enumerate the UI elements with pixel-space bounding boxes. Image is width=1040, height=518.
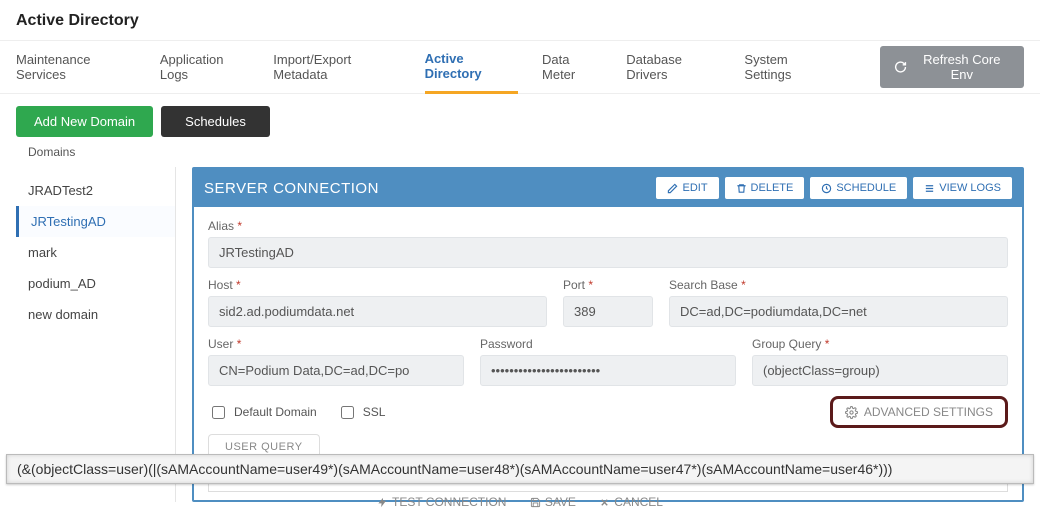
searchbase-label: Search Base * <box>669 278 1008 292</box>
groupquery-label: Group Query * <box>752 337 1008 351</box>
view-logs-label: VIEW LOGS <box>939 182 1001 194</box>
view-logs-button[interactable]: VIEW LOGS <box>913 177 1012 199</box>
domains-heading: Domains <box>0 143 1040 167</box>
test-connection-button[interactable]: TEST CONNECTION <box>377 495 506 509</box>
refresh-label: Refresh Core Env <box>914 52 1011 82</box>
password-input[interactable] <box>480 355 736 386</box>
advanced-settings-label: ADVANCED SETTINGS <box>864 405 993 419</box>
sidebar-item-jradtest2[interactable]: JRADTest2 <box>16 175 175 206</box>
panel-title: SERVER CONNECTION <box>204 180 656 197</box>
advanced-settings-button[interactable]: ADVANCED SETTINGS <box>830 396 1008 428</box>
sidebar-item-mark[interactable]: mark <box>16 237 175 268</box>
server-connection-panel: SERVER CONNECTION EDIT DELETE SCHEDULE <box>192 167 1024 502</box>
delete-button[interactable]: DELETE <box>725 177 805 199</box>
tab-maintenance-services[interactable]: Maintenance Services <box>16 42 136 92</box>
host-input[interactable] <box>208 296 547 327</box>
domains-sidebar: JRADTest2 JRTestingAD mark podium_AD new… <box>16 167 176 502</box>
alias-label: Alias * <box>208 219 1008 233</box>
user-label: User * <box>208 337 464 351</box>
save-button[interactable]: SAVE <box>530 495 576 509</box>
alias-input[interactable] <box>208 237 1008 268</box>
tabbar: Maintenance Services Application Logs Im… <box>0 40 1040 94</box>
sidebar-item-jrtestingad[interactable]: JRTestingAD <box>16 206 175 237</box>
port-input[interactable] <box>563 296 653 327</box>
close-icon <box>599 497 610 508</box>
sidebar-item-podium-ad[interactable]: podium_AD <box>16 268 175 299</box>
schedules-button[interactable]: Schedules <box>161 106 270 137</box>
schedule-button[interactable]: SCHEDULE <box>810 177 907 199</box>
tab-database-drivers[interactable]: Database Drivers <box>626 42 720 92</box>
panel-header: SERVER CONNECTION EDIT DELETE SCHEDULE <box>194 169 1022 207</box>
gear-icon <box>845 406 858 419</box>
bolt-icon <box>377 497 388 508</box>
tab-system-settings[interactable]: System Settings <box>744 42 832 92</box>
searchbase-input[interactable] <box>669 296 1008 327</box>
edit-label: EDIT <box>682 182 707 194</box>
ssl-label: SSL <box>363 405 386 419</box>
clock-icon <box>821 183 832 194</box>
default-domain-label: Default Domain <box>234 405 317 419</box>
trash-icon <box>736 183 747 194</box>
edit-button[interactable]: EDIT <box>656 177 718 199</box>
host-label: Host * <box>208 278 547 292</box>
password-label: Password <box>480 337 736 351</box>
user-query-tooltip: (&(objectClass=user)(|(sAMAccountName=us… <box>6 454 1034 484</box>
tab-application-logs[interactable]: Application Logs <box>160 42 249 92</box>
top-buttons: Add New Domain Schedules <box>0 94 1040 143</box>
default-domain-checkbox[interactable]: Default Domain <box>208 403 317 422</box>
tab-import-export-metadata[interactable]: Import/Export Metadata <box>273 42 400 92</box>
default-domain-check[interactable] <box>212 406 225 419</box>
tab-data-meter[interactable]: Data Meter <box>542 42 602 92</box>
footer-actions: TEST CONNECTION SAVE CANCEL <box>0 495 1040 511</box>
list-icon <box>924 183 935 194</box>
cancel-label: CANCEL <box>614 495 663 509</box>
delete-label: DELETE <box>751 182 794 194</box>
refresh-core-env-button[interactable]: Refresh Core Env <box>880 46 1024 88</box>
user-input[interactable] <box>208 355 464 386</box>
tab-active-directory[interactable]: Active Directory <box>425 41 518 94</box>
test-connection-label: TEST CONNECTION <box>392 495 506 509</box>
sidebar-item-new-domain[interactable]: new domain <box>16 299 175 330</box>
ssl-checkbox[interactable]: SSL <box>337 403 386 422</box>
page-title: Active Directory <box>0 0 1040 40</box>
groupquery-input[interactable] <box>752 355 1008 386</box>
save-icon <box>530 497 541 508</box>
add-new-domain-button[interactable]: Add New Domain <box>16 106 153 137</box>
ssl-check[interactable] <box>341 406 354 419</box>
edit-icon <box>667 183 678 194</box>
schedule-label: SCHEDULE <box>836 182 896 194</box>
save-label: SAVE <box>545 495 576 509</box>
port-label: Port * <box>563 278 653 292</box>
cancel-button[interactable]: CANCEL <box>599 495 663 509</box>
refresh-icon <box>894 60 907 74</box>
